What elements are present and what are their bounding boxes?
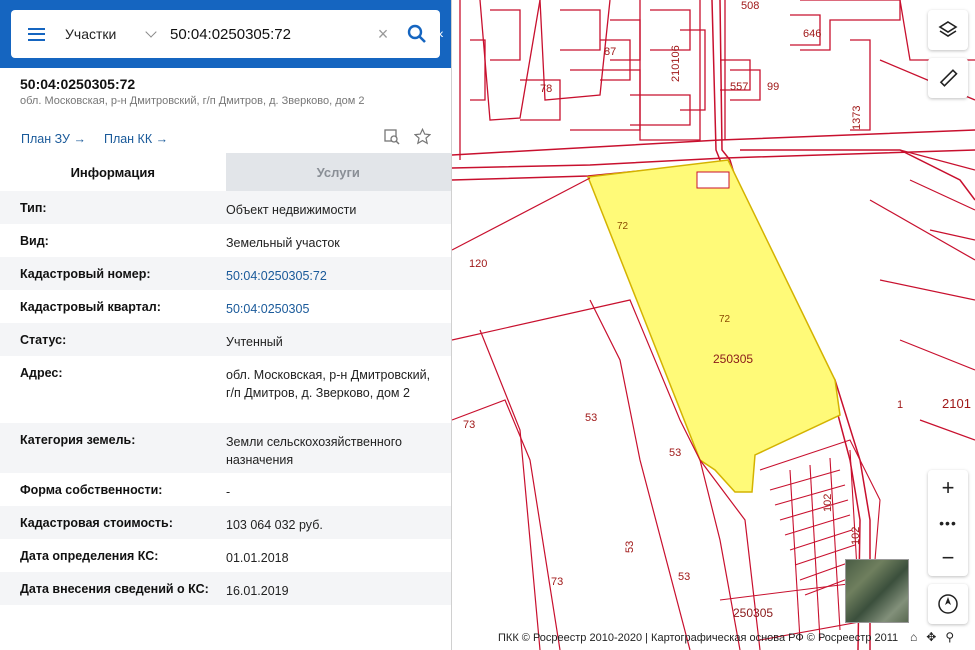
map-label: 102 bbox=[850, 526, 862, 545]
map-label: 53 bbox=[585, 412, 598, 424]
tab-services[interactable]: Услуги bbox=[225, 153, 451, 191]
zoom-controls: + ••• − bbox=[928, 470, 968, 576]
info-key: Категория земель: bbox=[20, 433, 136, 447]
map-label: 53 bbox=[624, 540, 636, 553]
map-label: 72 bbox=[719, 314, 731, 325]
panel-tabs: Информация Услуги bbox=[0, 153, 451, 191]
plan-zu-link[interactable]: План ЗУ → bbox=[21, 132, 86, 146]
object-header: 50:04:0250305:72 обл. Московская, р-н Дм… bbox=[0, 68, 451, 153]
info-row-value-date: Дата определения КС: 01.01.2018 bbox=[0, 539, 451, 572]
map-label: 646 bbox=[803, 28, 822, 40]
selected-parcel bbox=[586, 159, 841, 493]
search-icon bbox=[407, 24, 426, 43]
zoom-out-button[interactable]: − bbox=[928, 540, 968, 575]
home-icon[interactable]: ⌂ bbox=[910, 630, 917, 644]
map-label: 99 bbox=[767, 81, 780, 93]
chevron-down-icon bbox=[145, 26, 157, 38]
info-key: Статус: bbox=[20, 333, 67, 347]
map-label: 120 bbox=[469, 258, 488, 270]
info-value: обл. Московская, р-н Дмитровский, г/п Дм… bbox=[226, 368, 431, 400]
info-key: Дата определения КС: bbox=[20, 549, 159, 563]
info-value: Учтенный bbox=[226, 335, 283, 349]
plan-kk-link[interactable]: План КК → bbox=[104, 132, 168, 146]
search-on-map-icon[interactable] bbox=[384, 128, 400, 145]
zoom-in-button[interactable]: + bbox=[928, 470, 968, 505]
info-row-cadastral-number: Кадастровый номер: 50:04:0250305:72 bbox=[0, 257, 451, 290]
info-row-land-category: Категория земель: Земли сельскохозяйстве… bbox=[0, 423, 451, 473]
layers-icon bbox=[938, 21, 958, 37]
info-row-entry-date: Дата внесения сведений о КС: 16.01.2019 bbox=[0, 572, 451, 605]
collapse-panel-button[interactable]: ‹ bbox=[439, 22, 452, 44]
info-value: Объект недвижимости bbox=[226, 203, 357, 217]
info-value: 01.01.2018 bbox=[226, 551, 289, 565]
measure-button[interactable] bbox=[928, 58, 968, 98]
info-key: Дата внесения сведений о КС: bbox=[20, 582, 209, 596]
map-label: 72 bbox=[617, 221, 629, 232]
search-box: Участки × bbox=[11, 10, 440, 58]
map-label: 557 bbox=[730, 81, 749, 93]
menu-button[interactable] bbox=[11, 10, 61, 58]
ruler-icon bbox=[939, 69, 958, 87]
clear-search-button[interactable]: × bbox=[372, 24, 394, 45]
map-label: 53 bbox=[678, 571, 691, 583]
info-key: Форма собственности: bbox=[20, 483, 163, 497]
info-value: Земли сельскохозяйственного назначения bbox=[226, 435, 402, 467]
info-panel: Участки × ‹ 50:04:0250305:72 обл. Москов… bbox=[0, 0, 452, 650]
info-row-status: Статус: Учтенный bbox=[0, 323, 451, 356]
compass-button[interactable] bbox=[928, 584, 968, 624]
info-row-address: Адрес: обл. Московская, р-н Дмитровский,… bbox=[0, 356, 451, 423]
map-label: 73 bbox=[551, 576, 564, 588]
map-label: 250305 bbox=[713, 352, 754, 366]
info-value: 16.01.2019 bbox=[226, 584, 289, 598]
hamburger-icon bbox=[27, 27, 45, 41]
map-label: 250305 bbox=[733, 606, 774, 620]
more-options-button[interactable]: ••• bbox=[928, 505, 968, 540]
info-row-cadastral-value: Кадастровая стоимость: 103 064 032 руб. bbox=[0, 506, 451, 539]
map-copyright: ПКК © Росреестр 2010-2020 | Картографиче… bbox=[498, 632, 899, 644]
info-row-type: Тип: Объект недвижимости bbox=[0, 191, 451, 224]
object-actions bbox=[384, 128, 431, 145]
layers-button[interactable] bbox=[928, 10, 968, 50]
info-value: Земельный участок bbox=[226, 236, 340, 250]
info-row-cadastral-quarter: Кадастровый квартал: 50:04:0250305 bbox=[0, 290, 451, 323]
map-label: 1 bbox=[897, 399, 904, 411]
map-label: 73 bbox=[463, 419, 476, 431]
map-label: 87 bbox=[604, 46, 617, 58]
search-button[interactable] bbox=[394, 10, 440, 58]
info-value: 103 064 032 руб. bbox=[226, 518, 323, 532]
info-value: - bbox=[226, 485, 231, 499]
map-label: 78 bbox=[540, 83, 553, 95]
scale-icon[interactable]: ⚲ bbox=[945, 630, 954, 644]
tab-info[interactable]: Информация bbox=[0, 153, 226, 191]
search-input[interactable] bbox=[165, 10, 372, 58]
compass-icon bbox=[938, 594, 958, 614]
map-label: 2101 bbox=[942, 396, 971, 411]
info-key: Кадастровый квартал: bbox=[20, 300, 161, 314]
object-address: обл. Московская, р-н Дмитровский, г/п Дм… bbox=[20, 95, 365, 107]
info-table: Тип: Объект недвижимости Вид: Земельный … bbox=[0, 191, 451, 605]
map-label: 1373 bbox=[851, 105, 863, 130]
object-title: 50:04:0250305:72 bbox=[20, 76, 136, 92]
locate-icon[interactable]: ✥ bbox=[926, 630, 936, 644]
info-key: Тип: bbox=[20, 201, 47, 215]
search-type-dropdown[interactable]: Участки bbox=[61, 26, 165, 42]
map-label: 102 bbox=[822, 493, 834, 512]
star-icon[interactable] bbox=[414, 128, 431, 145]
info-row-kind: Вид: Земельный участок bbox=[0, 224, 451, 257]
info-key: Вид: bbox=[20, 234, 49, 248]
cadastral-quarter-link[interactable]: 50:04:0250305 bbox=[226, 290, 431, 323]
info-key: Адрес: bbox=[20, 366, 63, 380]
search-type-label: Участки bbox=[65, 26, 117, 42]
cadastral-number-link[interactable]: 50:04:0250305:72 bbox=[226, 257, 431, 290]
info-key: Кадастровый номер: bbox=[20, 267, 151, 281]
plan-links: План ЗУ → План КК → bbox=[21, 132, 168, 146]
search-bar: Участки × ‹ bbox=[0, 0, 451, 68]
map-footer-icons: ⌂ ✥ ⚲ bbox=[910, 630, 954, 644]
basemap-switcher-thumbnail[interactable] bbox=[845, 559, 909, 623]
info-row-ownership: Форма собственности: - bbox=[0, 473, 451, 506]
map-label: 508 bbox=[741, 0, 760, 12]
map-label: 210106 bbox=[670, 45, 682, 82]
map-label: 53 bbox=[669, 447, 682, 459]
info-key: Кадастровая стоимость: bbox=[20, 516, 173, 530]
